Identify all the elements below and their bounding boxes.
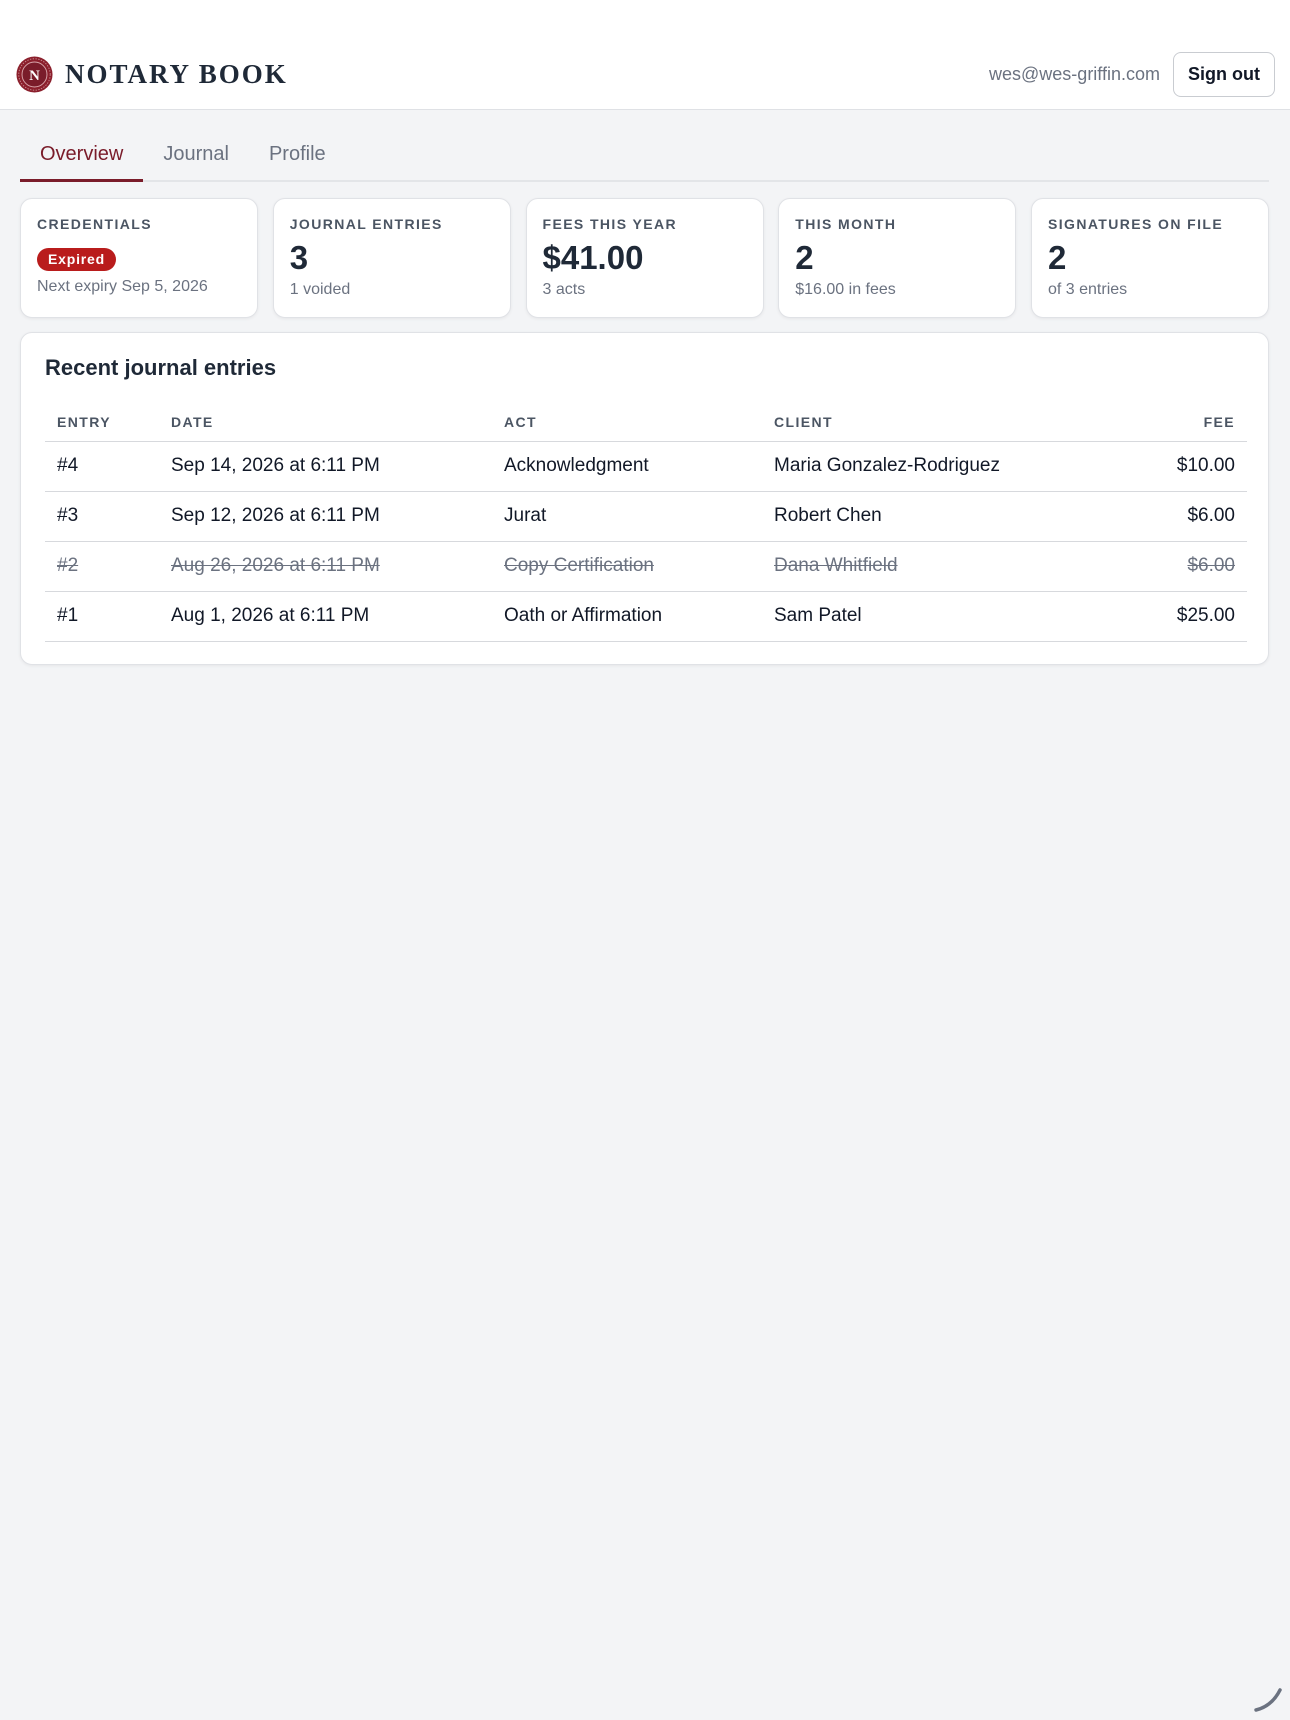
entry-fee: $6.00 bbox=[1112, 541, 1247, 592]
column-header-date: DATE bbox=[159, 403, 492, 442]
card-subtext: 1 voided bbox=[289, 281, 351, 298]
card-value: 2 bbox=[795, 239, 814, 276]
tab-bar: Overview Journal Profile bbox=[20, 130, 1269, 182]
notary-seal-icon: N bbox=[16, 56, 53, 93]
entry-number: #4 bbox=[45, 441, 159, 492]
card-label: JOURNAL ENTRIES bbox=[289, 216, 443, 232]
card-label: CREDENTIALS bbox=[37, 216, 152, 232]
top-bar: N NOTARY BOOK wes@wes-griffin.com Sign o… bbox=[0, 0, 1290, 110]
entry-client: Dana Whitfield bbox=[762, 541, 1112, 592]
entry-act: Oath or Affirmation bbox=[492, 591, 762, 642]
table-header-row: ENTRY DATE ACT CLIENT FEE bbox=[45, 403, 1247, 442]
status-badge: Expired bbox=[37, 248, 116, 271]
user-email: wes@wes-griffin.com bbox=[989, 64, 1160, 84]
resize-handle-icon[interactable] bbox=[1252, 1682, 1284, 1714]
journal-entries-card: JOURNAL ENTRIES 3 1 voided bbox=[272, 198, 511, 318]
column-header-act: ACT bbox=[492, 403, 762, 442]
card-subtext: $16.00 in fees bbox=[795, 281, 896, 298]
entry-number: #3 bbox=[45, 491, 159, 542]
entry-number: #2 bbox=[45, 541, 159, 592]
column-header-entry: ENTRY bbox=[45, 403, 159, 442]
entry-act: Acknowledgment bbox=[492, 441, 762, 492]
entry-fee: $6.00 bbox=[1112, 491, 1247, 542]
entry-client: Maria Gonzalez-Rodriguez bbox=[762, 441, 1112, 492]
entry-act: Copy Certification bbox=[492, 541, 762, 592]
sign-out-button[interactable]: Sign out bbox=[1173, 52, 1275, 97]
column-header-fee: FEE bbox=[1112, 403, 1247, 442]
tab-journal[interactable]: Journal bbox=[143, 130, 249, 182]
entry-date: Aug 26, 2026 at 6:11 PM bbox=[159, 541, 492, 592]
card-label: FEES THIS YEAR bbox=[542, 216, 677, 232]
table-row[interactable]: #1 Aug 1, 2026 at 6:11 PM Oath or Affirm… bbox=[45, 591, 1247, 642]
entry-client: Sam Patel bbox=[762, 591, 1112, 642]
entry-date: Sep 12, 2026 at 6:11 PM bbox=[159, 491, 492, 542]
table-row-voided[interactable]: #2 Aug 26, 2026 at 6:11 PM Copy Certific… bbox=[45, 541, 1247, 592]
entry-fee: $10.00 bbox=[1112, 441, 1247, 492]
tab-profile[interactable]: Profile bbox=[249, 130, 346, 182]
credentials-card: CREDENTIALS Expired Next expiry Sep 5, 2… bbox=[20, 198, 258, 318]
brand-name: NOTARY BOOK bbox=[65, 59, 288, 89]
card-subtext: Next expiry Sep 5, 2026 bbox=[37, 278, 208, 295]
entry-date: Sep 14, 2026 at 6:11 PM bbox=[159, 441, 492, 492]
card-label: SIGNATURES ON FILE bbox=[1048, 216, 1224, 232]
entry-number: #1 bbox=[45, 591, 159, 642]
fees-this-year-card: FEES THIS YEAR $41.00 3 acts bbox=[525, 198, 764, 318]
seal-initial: N bbox=[29, 68, 40, 84]
tab-overview[interactable]: Overview bbox=[20, 130, 144, 182]
brand[interactable]: N NOTARY BOOK bbox=[16, 56, 288, 93]
card-subtext: of 3 entries bbox=[1048, 281, 1128, 298]
journal-table: ENTRY DATE ACT CLIENT FEE #4 Sep 14, 202… bbox=[45, 403, 1247, 642]
entry-date: Aug 1, 2026 at 6:11 PM bbox=[159, 591, 492, 642]
recent-entries-panel: Recent journal entries ENTRY DATE ACT CL… bbox=[20, 332, 1269, 665]
card-value: $41.00 bbox=[542, 239, 644, 276]
table-row[interactable]: #3 Sep 12, 2026 at 6:11 PM Jurat Robert … bbox=[45, 491, 1247, 542]
this-month-card: THIS MONTH 2 $16.00 in fees bbox=[778, 198, 1017, 318]
card-value: 3 bbox=[289, 239, 309, 276]
column-header-client: CLIENT bbox=[762, 403, 1112, 442]
entry-act: Jurat bbox=[492, 491, 762, 542]
summary-cards: CREDENTIALS Expired Next expiry Sep 5, 2… bbox=[20, 198, 1269, 318]
entry-client: Robert Chen bbox=[762, 491, 1112, 542]
card-label: THIS MONTH bbox=[795, 216, 897, 232]
card-value: 2 bbox=[1048, 239, 1067, 276]
entry-fee: $25.00 bbox=[1112, 591, 1247, 642]
panel-title: Recent journal entries bbox=[45, 355, 277, 380]
signatures-on-file-card: SIGNATURES ON FILE 2 of 3 entries bbox=[1031, 198, 1269, 318]
card-subtext: 3 acts bbox=[542, 281, 586, 298]
table-row[interactable]: #4 Sep 14, 2026 at 6:11 PM Acknowledgmen… bbox=[45, 441, 1247, 492]
